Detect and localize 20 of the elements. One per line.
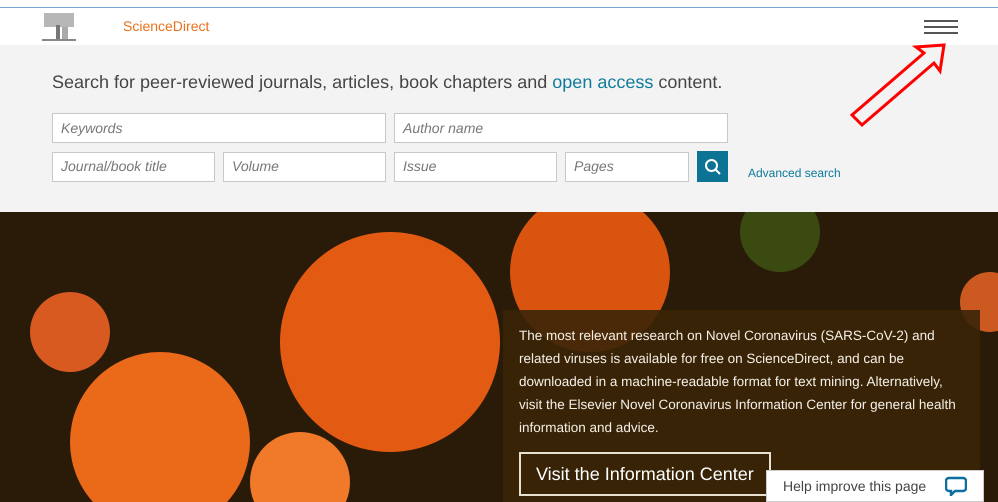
speech-bubble-icon: [945, 476, 967, 496]
tree-logo-icon: [40, 10, 78, 42]
search-icon: [704, 158, 722, 176]
info-center-button[interactable]: Visit the Information Center: [519, 452, 771, 496]
feedback-label: Help improve this page: [783, 476, 926, 496]
search-field[interactable]: Keywords: [52, 113, 386, 143]
search-button[interactable]: [697, 151, 728, 182]
open-access-link[interactable]: open access: [552, 72, 654, 92]
menu-icon[interactable]: [924, 18, 958, 36]
feedback-button[interactable]: Help improve this page: [766, 470, 984, 502]
search-intro: Search for peer-reviewed journals, articles, book chapters and open access content.: [52, 71, 724, 94]
search-field[interactable]: Pages: [565, 152, 689, 182]
search-field[interactable]: Author name: [394, 113, 728, 143]
brand-name[interactable]: ScienceDirect: [123, 16, 210, 37]
search-field[interactable]: Issue: [394, 152, 557, 182]
arrow-icon: [848, 43, 948, 129]
search-field[interactable]: Volume: [223, 152, 386, 182]
search-field[interactable]: Journal/book title: [52, 152, 215, 182]
info-message: The most relevant research on Novel Coronavirus (SARS-CoV-2) and related viruses is available for free on ScienceDirect, and can be downloaded in a machine-readable format for text mining. Alternatively, visit the Elsevier Novel Coronavirus Information Center for general health information and advice.: [519, 327, 957, 437]
advanced-search-link[interactable]: Advanced search: [748, 164, 841, 182]
